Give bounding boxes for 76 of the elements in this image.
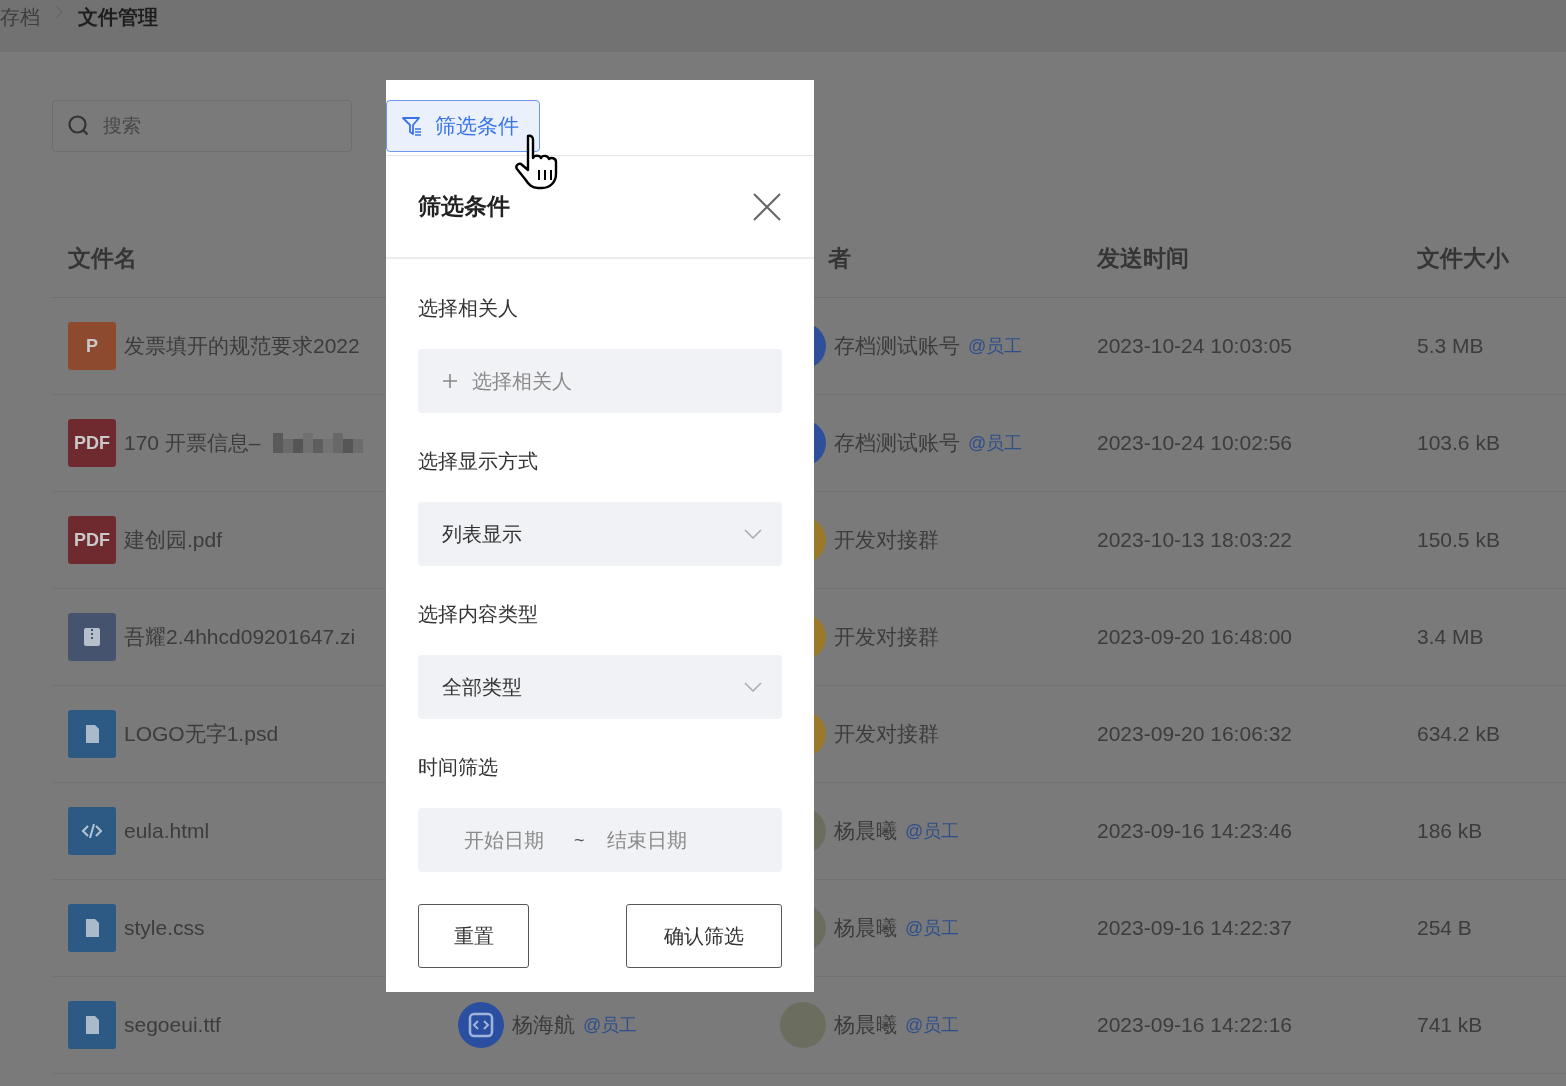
role-tag: @员工 xyxy=(968,334,1023,358)
person-name: 存档测试账号 xyxy=(834,333,960,359)
role-tag: @员工 xyxy=(905,916,960,940)
start-date-input[interactable]: 开始日期 xyxy=(462,827,554,853)
zip-file-icon xyxy=(68,613,116,661)
file-name: LOGO无字1.psd xyxy=(124,721,279,747)
send-time: 2023-10-13 18:03:22 xyxy=(1097,528,1292,552)
avatar-icon xyxy=(458,1002,504,1048)
column-header: 发送时间 xyxy=(1097,244,1189,273)
file-name: style.css xyxy=(124,916,205,940)
select-value: 列表显示 xyxy=(442,521,522,547)
field-label: 选择相关人 xyxy=(418,296,519,320)
person-name: 杨晨曦 xyxy=(834,915,897,941)
plus-icon xyxy=(442,373,458,389)
person-name: 杨晨曦 xyxy=(834,818,897,844)
chevron-down-icon xyxy=(744,529,762,539)
role-tag: @员工 xyxy=(968,431,1023,455)
breadcrumb-item: 文件管理 xyxy=(78,5,158,30)
file-icon xyxy=(68,904,116,952)
file-name: eula.html xyxy=(124,819,210,843)
select-field[interactable]: 全部类型 xyxy=(418,655,782,719)
file-size: 186 kB xyxy=(1417,819,1483,843)
chevron-down-icon xyxy=(744,682,762,692)
send-time: 2023-09-16 14:23:46 xyxy=(1097,819,1292,843)
confirm-button[interactable]: 确认筛选 xyxy=(626,904,782,968)
column-header: 文件大小 xyxy=(1417,244,1509,273)
end-date-input[interactable]: 结束日期 xyxy=(604,827,697,853)
select-field[interactable]: 列表显示 xyxy=(418,502,782,566)
search-icon xyxy=(67,114,91,138)
role-tag: @员工 xyxy=(583,1013,638,1037)
person-name: 开发对接群 xyxy=(834,527,939,553)
file-size: 254 B xyxy=(1417,916,1472,940)
file-name: 发票填开的规范要求2022 xyxy=(124,333,360,359)
file-name: 170 开票信息– xyxy=(124,430,261,456)
column-header: 者 xyxy=(828,244,851,273)
send-time: 2023-10-24 10:03:05 xyxy=(1097,334,1292,358)
avatar-photo-placeholder xyxy=(780,1002,826,1048)
send-time: 2023-09-16 14:22:37 xyxy=(1097,916,1292,940)
file-size: 5.3 MB xyxy=(1417,334,1484,358)
field-label: 选择显示方式 xyxy=(418,449,539,473)
file-type-icon: PDF xyxy=(68,516,116,564)
send-time: 2023-09-20 16:48:00 xyxy=(1097,625,1292,649)
person-name: 开发对接群 xyxy=(834,721,939,747)
person-name: 杨海航 xyxy=(512,1012,575,1038)
send-time: 2023-09-20 16:06:32 xyxy=(1097,722,1292,746)
file-icon xyxy=(68,1001,116,1049)
file-icon xyxy=(68,710,116,758)
select-value: 全部类型 xyxy=(442,674,522,700)
file-name: segoeui.ttf xyxy=(124,1013,221,1037)
panel-title: 筛选条件 xyxy=(418,192,510,221)
send-time: 2023-10-24 10:02:56 xyxy=(1097,431,1292,455)
file-name: 建创园.pdf xyxy=(124,527,223,553)
field-label: 选择内容类型 xyxy=(418,602,539,626)
code-file-icon xyxy=(68,807,116,855)
file-name: 吾耀2.4hhcd09201647.zi xyxy=(124,624,356,650)
person-name: 存档测试账号 xyxy=(834,430,960,456)
send-time: 2023-09-16 14:22:16 xyxy=(1097,1013,1292,1037)
filter-icon xyxy=(401,115,423,137)
person-name: 开发对接群 xyxy=(834,624,939,650)
range-separator: ~ xyxy=(574,829,585,851)
file-size: 150.5 kB xyxy=(1417,528,1500,552)
file-type-icon: P xyxy=(68,322,116,370)
role-tag: @员工 xyxy=(905,819,960,843)
date-range-picker[interactable]: 开始日期 ~ 结束日期 xyxy=(418,808,782,872)
file-type-icon: PDF xyxy=(68,419,116,467)
role-tag: @员工 xyxy=(905,1013,960,1037)
file-size: 741 kB xyxy=(1417,1013,1483,1037)
file-size: 103.6 kB xyxy=(1417,431,1500,455)
reset-button[interactable]: 重置 xyxy=(418,904,529,968)
field-label: 时间筛选 xyxy=(418,755,499,779)
file-size: 3.4 MB xyxy=(1417,625,1484,649)
column-header: 文件名 xyxy=(68,244,137,273)
person-name: 杨晨曦 xyxy=(834,1012,897,1038)
filter-button[interactable]: 筛选条件 xyxy=(386,100,540,152)
file-size: 634.2 kB xyxy=(1417,722,1500,746)
close-icon[interactable] xyxy=(752,191,782,222)
